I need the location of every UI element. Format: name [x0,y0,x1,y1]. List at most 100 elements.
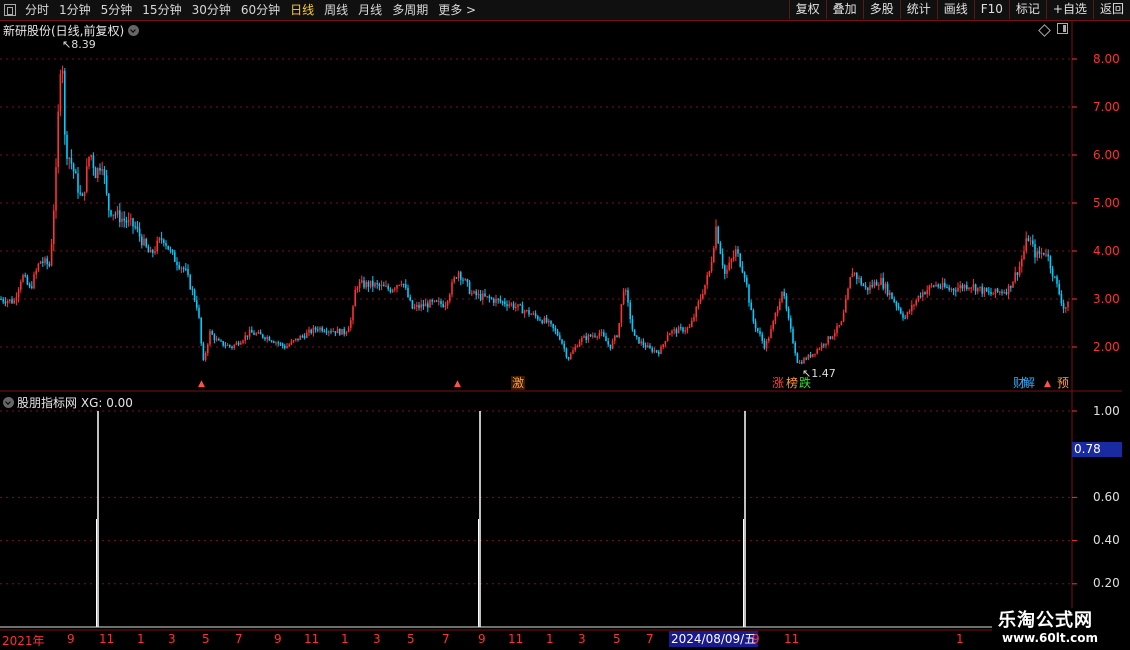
candle-body [666,335,669,342]
candle-body [559,335,561,340]
candle-body [299,335,301,340]
date-label: 5 [202,632,210,646]
candle-body [902,313,904,318]
candle-body [28,284,31,287]
candle-body [893,298,895,302]
candle-body [242,340,244,343]
candle-body [979,286,981,288]
candlestick-series [0,65,1069,365]
candle-body [869,285,871,291]
candle-body [717,226,719,244]
candle-body [565,348,568,358]
candle-body [556,330,559,336]
candle-body [350,320,352,328]
candle-body [374,283,376,287]
candle-body [231,346,233,349]
candle-body [585,336,587,340]
candle-body [204,353,207,360]
candle-body [1034,244,1036,258]
candle-body [664,341,667,345]
candle-body [891,292,893,299]
candle-body [873,281,876,287]
candle-body [422,304,425,307]
candle-body [517,304,519,307]
candle-body [284,345,286,349]
candle-body [864,285,867,288]
candle-body [46,258,48,265]
candle-body [1058,283,1060,295]
candle-body [22,275,24,282]
signal-marker[interactable]: ▲ [197,377,206,391]
candle-body [387,285,389,290]
candle-body [790,318,792,329]
candle-body [574,346,576,351]
candle-body [189,274,191,290]
event-badge[interactable]: 跌 [798,376,812,390]
date-label: 7 [646,632,654,646]
candle-body [116,210,119,215]
candle-body [673,329,675,331]
candle-body [1003,292,1005,294]
candle-body [17,289,20,298]
candle-body [323,331,326,333]
candle-body [801,362,803,364]
candle-body [739,253,741,267]
dropdown-icon[interactable] [3,397,14,408]
candle-body [303,336,306,338]
candle-body [528,309,530,315]
candle-body [385,285,387,287]
candle-body [596,336,598,338]
candle-body [257,332,260,334]
candle-body [154,251,156,253]
candle-body [1012,281,1014,288]
candle-body [13,300,15,304]
candle-body [451,282,453,295]
event-badge[interactable]: 榜 [785,376,799,390]
candle-body [710,261,713,272]
candle-body [167,245,169,250]
candle-body [699,298,702,302]
candle-body [719,243,722,254]
candle-body [732,256,735,260]
indicator-title[interactable]: 股朋指标网 XG: 0.00 [3,394,133,411]
event-badge[interactable]: 解 [1022,376,1036,390]
candle-body [297,338,299,340]
event-badge[interactable]: 预 [1056,376,1070,390]
candle-body [840,321,843,326]
candle-body [750,302,752,311]
candle-body [152,250,154,253]
candle-body [662,344,664,348]
event-badge[interactable]: 激 [511,376,526,390]
signal-marker[interactable]: ▲ [453,377,462,391]
candle-body [669,333,671,336]
candle-body [563,343,565,349]
candle-body [614,335,616,341]
candle-body [783,291,785,297]
candle-body [959,285,961,288]
candle-body [471,293,473,295]
candle-body [1010,285,1012,288]
candle-body [55,167,57,211]
candle-body [418,305,420,308]
indicator-series [96,411,746,627]
date-label: 9 [478,632,486,646]
event-badge[interactable]: 涨 [771,376,785,390]
candle-body [433,300,436,302]
candle-body [539,319,541,321]
candle-body [466,279,469,283]
candle-body [413,306,416,309]
candle-body [354,289,356,307]
candle-body [999,291,1001,293]
candle-body [475,291,477,296]
candle-body [209,331,211,345]
candle-body [708,271,711,276]
candle-body [158,238,161,241]
candle-body [919,295,922,297]
signal-marker[interactable]: ▲ [1043,377,1052,391]
candle-body [1065,307,1067,309]
candle-body [334,331,337,334]
candle-body [409,297,411,301]
candle-body [908,311,911,313]
kline-chart[interactable] [0,0,1130,650]
candle-body [900,308,902,314]
